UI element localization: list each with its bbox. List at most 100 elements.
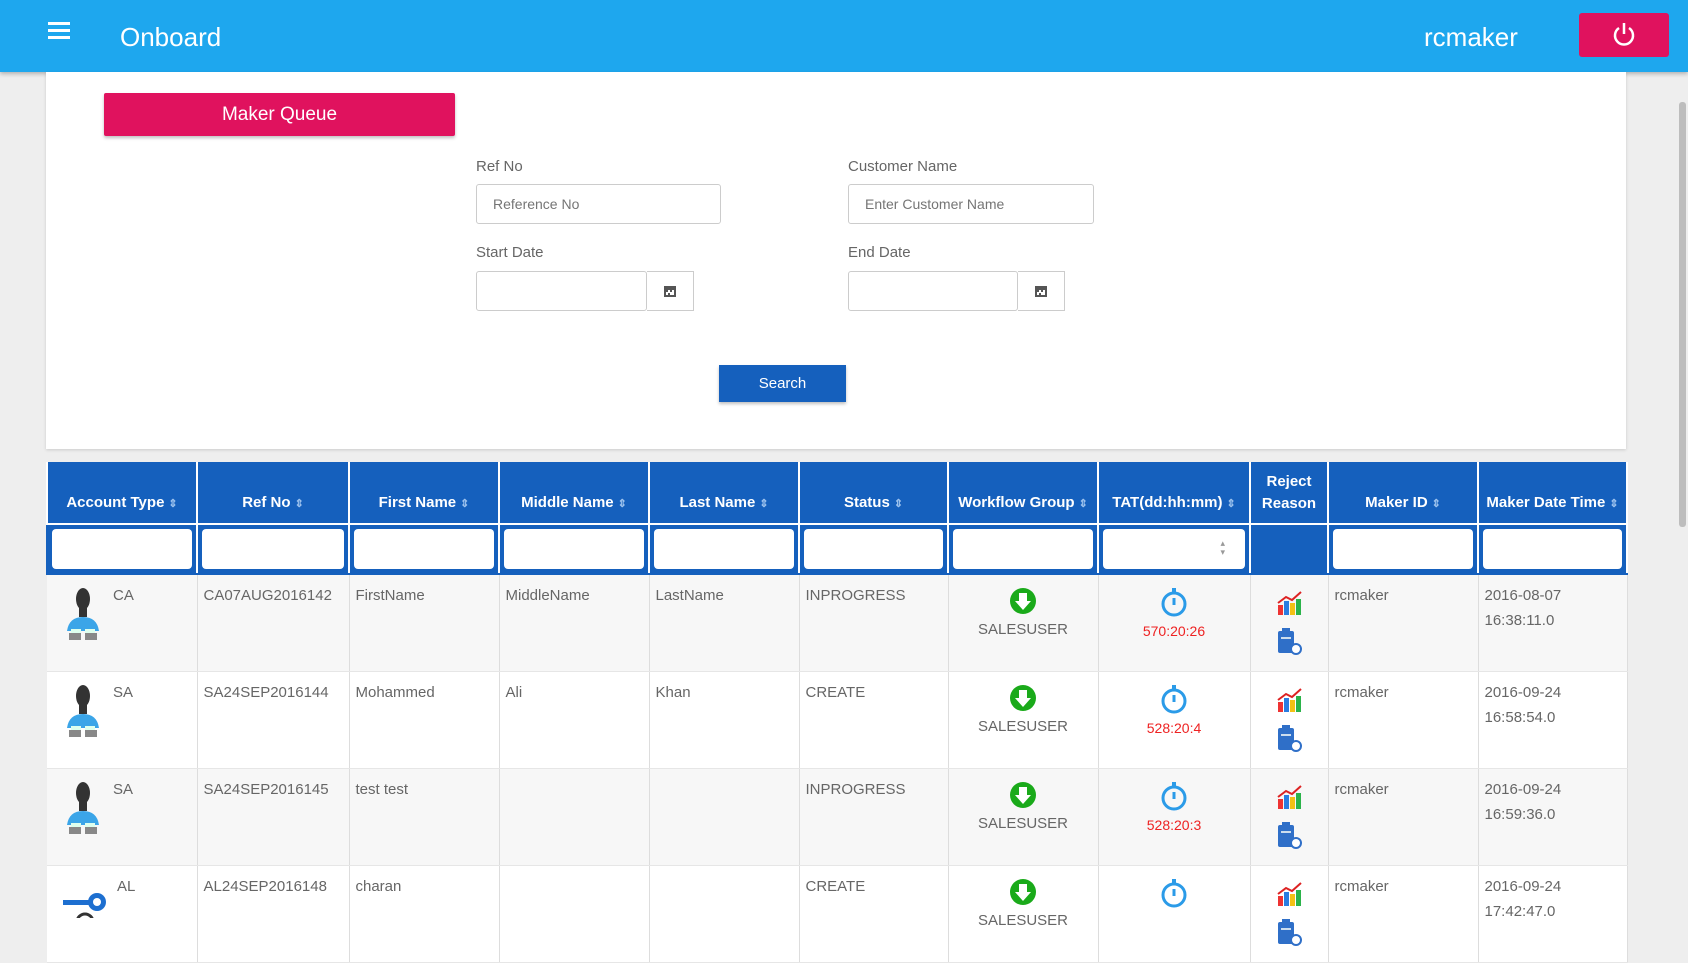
customer-name-input[interactable] xyxy=(848,184,1094,224)
chart-icon[interactable] xyxy=(1276,785,1302,809)
column-header-label: Maker ID xyxy=(1365,494,1428,511)
column-header[interactable]: Maker Date Time ⇕ xyxy=(1477,462,1628,525)
account-type: SA xyxy=(113,781,134,798)
app-title: Onboard xyxy=(120,22,222,52)
maker-date: 2016-09-24 xyxy=(1484,684,1562,701)
maker-id-cell: rcmaker xyxy=(1328,671,1479,769)
clipboard-icon[interactable] xyxy=(1276,724,1302,752)
column-header[interactable]: TAT(dd:hh:mm) ⇕ xyxy=(1097,462,1251,525)
download-circle-icon[interactable] xyxy=(1009,587,1037,615)
table-row[interactable]: CA CA07AUG2016142 FirstName MiddleName LastN… xyxy=(47,574,1628,672)
column-header-label: First Name xyxy=(378,494,457,511)
column-filter-input[interactable] xyxy=(504,529,644,569)
download-circle-icon[interactable] xyxy=(1009,781,1037,809)
column-filter-input[interactable]: ▴ ▾ xyxy=(1103,529,1245,569)
middle-name-cell: Ali xyxy=(499,671,650,769)
column-filter-input[interactable] xyxy=(804,529,943,569)
chart-icon[interactable] xyxy=(1276,882,1302,906)
column-header[interactable]: Middle Name ⇕ xyxy=(498,462,650,525)
column-filter-input[interactable] xyxy=(654,529,794,569)
column-header[interactable]: Workflow Group ⇕ xyxy=(947,462,1099,525)
status: CREATE xyxy=(805,878,866,895)
column-header[interactable]: Ref No ⇕ xyxy=(196,462,350,525)
chart-icon[interactable] xyxy=(1276,688,1302,712)
power-icon xyxy=(1613,23,1635,46)
column-filter-input[interactable] xyxy=(1483,529,1622,569)
column-filter-input[interactable] xyxy=(52,529,192,569)
clipboard-icon[interactable] xyxy=(1276,821,1302,849)
maker-id-cell: rcmaker xyxy=(1328,865,1479,963)
sort-icon[interactable]: ⇕ xyxy=(460,498,469,510)
column-header-label: Ref No xyxy=(242,494,291,511)
column-header[interactable]: Maker ID ⇕ xyxy=(1327,462,1479,525)
column-header[interactable]: Last Name ⇕ xyxy=(648,462,800,525)
ref-no-input[interactable] xyxy=(476,184,721,224)
column-header-label: Middle Name xyxy=(521,494,614,511)
search-button[interactable]: Search xyxy=(719,365,846,402)
sort-icon[interactable]: ⇕ xyxy=(1609,498,1618,510)
column-header-label: Status xyxy=(843,494,890,511)
column-header[interactable]: First Name ⇕ xyxy=(348,462,500,525)
sort-icon[interactable]: ⇕ xyxy=(1079,498,1088,510)
chart-icon[interactable] xyxy=(1276,591,1302,615)
ref-no-cell[interactable]: SA24SEP2016145 xyxy=(197,768,350,866)
reject-reason-cell xyxy=(1250,671,1329,769)
spinner-icon[interactable]: ▴ ▾ xyxy=(1220,539,1225,557)
ref-no-cell[interactable]: SA24SEP2016144 xyxy=(197,671,350,769)
maker-time: 16:58:54.0 xyxy=(1484,709,1556,726)
maker-id: rcmaker xyxy=(1334,684,1389,701)
table-row[interactable]: AL AL24SEP2016148 charan CREATE SALESUSER rcm… xyxy=(47,865,1628,963)
maker-id: rcmaker xyxy=(1334,781,1389,798)
sort-icon[interactable]: ⇕ xyxy=(894,498,903,510)
column-header[interactable]: Account Type ⇕ xyxy=(46,462,198,525)
sort-icon[interactable]: ⇕ xyxy=(168,498,177,510)
person-icon xyxy=(67,588,99,640)
status-cell: INPROGRESS xyxy=(799,768,949,866)
sort-icon[interactable]: ⇕ xyxy=(1432,498,1441,510)
end-date-input[interactable] xyxy=(848,271,1018,311)
column-filter-input[interactable] xyxy=(354,529,494,569)
clipboard-icon[interactable] xyxy=(1276,627,1302,655)
maker-date-time-cell: 2016-08-07 16:38:11.0 xyxy=(1478,574,1628,672)
download-circle-icon[interactable] xyxy=(1009,684,1037,712)
sort-icon[interactable]: ⇕ xyxy=(295,498,304,510)
column-header[interactable]: Reject Reason xyxy=(1249,462,1329,525)
first-name: Mohammed xyxy=(355,684,435,701)
table-row[interactable]: SA SA24SEP2016144 Mohammed Ali Khan CREATE SAL… xyxy=(47,671,1628,769)
sort-icon[interactable]: ⇕ xyxy=(759,498,768,510)
column-filter-input[interactable] xyxy=(953,529,1093,569)
workflow-group-cell: SALESUSER xyxy=(948,768,1099,866)
sort-icon[interactable]: ⇕ xyxy=(618,498,627,510)
stopwatch-icon xyxy=(1161,782,1187,811)
column-header[interactable]: Status ⇕ xyxy=(798,462,949,525)
end-date-calendar-button[interactable] xyxy=(1018,271,1065,311)
top-bar: Onboard rcmaker xyxy=(0,0,1688,72)
tat-cell: 528:20:4 xyxy=(1098,671,1251,769)
table-row[interactable]: SA SA24SEP2016145 test test INPROGRESS SALES… xyxy=(47,768,1628,866)
customer-name-label: Customer Name xyxy=(848,158,958,175)
download-circle-icon[interactable] xyxy=(1009,878,1037,906)
first-name: FirstName xyxy=(355,587,425,604)
workflow-group-cell: SALESUSER xyxy=(948,574,1099,672)
ref-no-cell[interactable]: CA07AUG2016142 xyxy=(197,574,350,672)
column-header-label: TAT(dd:hh:mm) xyxy=(1112,494,1223,511)
maker-id: rcmaker xyxy=(1334,878,1389,895)
page-scrollbar[interactable] xyxy=(1679,102,1686,527)
logout-button[interactable] xyxy=(1579,13,1669,57)
sort-icon[interactable]: ⇕ xyxy=(1227,498,1236,510)
maker-date: 2016-08-07 xyxy=(1484,587,1562,604)
account-type-cell: SA xyxy=(47,768,198,866)
column-filter-input[interactable] xyxy=(1333,529,1473,569)
filter-cell xyxy=(798,523,949,575)
hamburger-icon[interactable] xyxy=(48,22,70,40)
maker-date-time-cell: 2016-09-24 17:42:47.0 xyxy=(1478,865,1628,963)
column-filter-input[interactable] xyxy=(202,529,344,569)
column-header-label: Workflow Group xyxy=(958,494,1075,511)
reject-reason-cell xyxy=(1250,768,1329,866)
clipboard-icon[interactable] xyxy=(1276,918,1302,946)
start-date-input[interactable] xyxy=(476,271,647,311)
ref-no-cell[interactable]: AL24SEP2016148 xyxy=(197,865,350,963)
maker-queue-button[interactable]: Maker Queue xyxy=(104,93,455,136)
start-date-calendar-button[interactable] xyxy=(647,271,694,311)
filter-cell xyxy=(648,523,800,575)
